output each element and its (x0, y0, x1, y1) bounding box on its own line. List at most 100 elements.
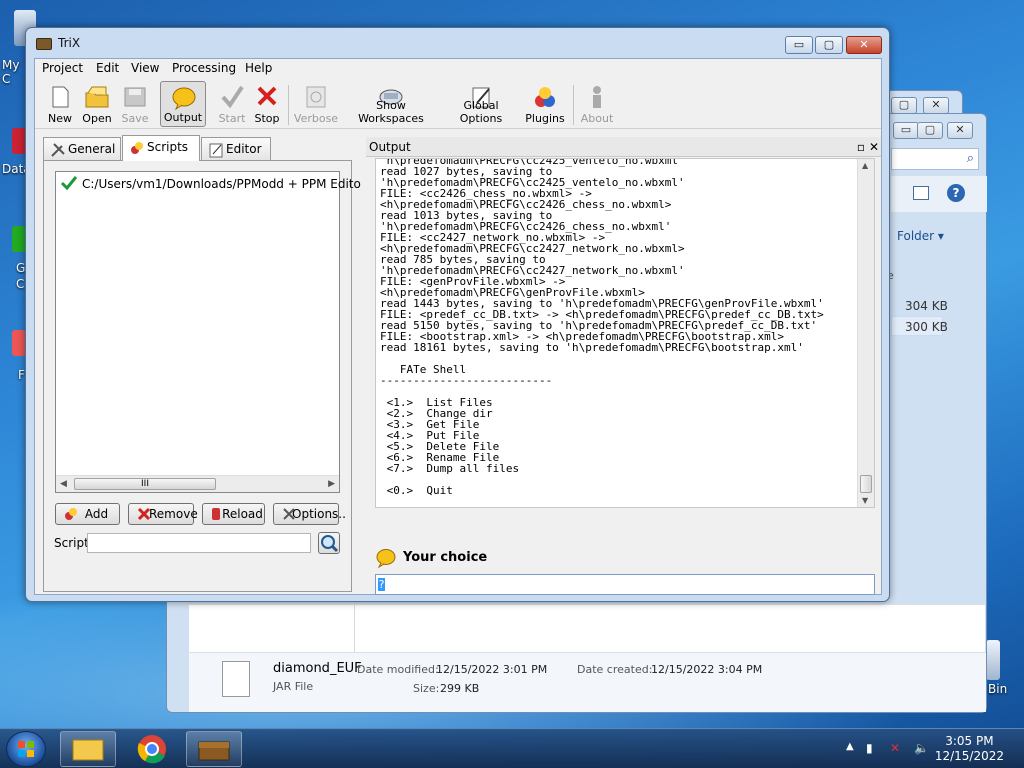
close-button[interactable]: ✕ (923, 97, 949, 114)
script-input[interactable] (87, 533, 311, 553)
minimize-button[interactable]: ▭ (893, 122, 919, 139)
stop-button[interactable]: Stop (251, 81, 283, 127)
maximize-button[interactable]: ▢ (917, 122, 943, 139)
open-label: Open (82, 112, 112, 125)
console-text: 'h\predefomadm\PRECFG\cc2425_ventelo_no.… (380, 158, 824, 497)
selected-file-type: JAR File (273, 680, 314, 693)
script-list-item[interactable]: C:/Users/vm1/Downloads/PPModd + PPM Edit… (60, 176, 361, 191)
taskbar-explorer[interactable] (60, 731, 116, 767)
preview-pane-icon[interactable] (913, 186, 929, 200)
save-icon (124, 87, 146, 107)
taskbar: ▲ ▮ ✕ 🔈 3:05 PM 12/15/2022 (0, 728, 1024, 768)
horizontal-scrollbar[interactable]: ◀ III ▶ (56, 475, 339, 492)
open-button[interactable]: Open (79, 81, 115, 127)
menu-edit[interactable]: Edit (91, 61, 124, 75)
choice-input[interactable]: ? (375, 574, 875, 595)
output-console[interactable]: 'h\predefomadm\PRECFG\cc2425_ventelo_no.… (375, 158, 875, 508)
desktop-icon-label: Bin (988, 682, 1008, 696)
speech-bubble-icon (172, 87, 196, 110)
reload-button[interactable]: Reload (202, 503, 265, 525)
shortcut-icon (12, 226, 26, 252)
size-value: 299 KB (440, 682, 480, 695)
about-button[interactable]: About (577, 81, 617, 127)
clock-date: 12/15/2022 (934, 749, 1004, 763)
close-panel-icon[interactable]: ✕ (869, 137, 879, 157)
scroll-right-icon[interactable]: ▶ (328, 479, 335, 489)
add-button[interactable]: Add (55, 503, 120, 525)
menu-project[interactable]: Project (37, 61, 88, 75)
desktop-icon-recycle-bin[interactable]: Bin (986, 640, 1024, 696)
choice-input-value: ? (378, 578, 385, 591)
window-title: TriX (58, 36, 81, 50)
scroll-left-icon[interactable]: ◀ (60, 479, 67, 489)
plugins-button[interactable]: Plugins (523, 81, 567, 127)
about-info-icon (593, 86, 601, 108)
choice-label: Your choice (403, 550, 488, 565)
script-path: C:/Users/vm1/Downloads/PPModd + PPM Edit… (82, 177, 361, 191)
tab-general[interactable]: General (43, 137, 121, 161)
menu-view[interactable]: View (126, 61, 164, 75)
script-list[interactable]: C:/Users/vm1/Downloads/PPModd + PPM Edit… (55, 171, 361, 493)
minimize-button[interactable]: ▭ (785, 36, 813, 54)
tab-general-label: General (68, 142, 116, 156)
shortcut-icon (12, 330, 26, 356)
desktop-icon-f[interactable]: F (0, 330, 26, 382)
close-button[interactable]: ✕ (846, 36, 882, 54)
help-icon[interactable]: ? (947, 184, 965, 202)
explorer-details-pane: diamond_EUF JAR File Date modified: 12/1… (189, 652, 986, 712)
scroll-down-icon[interactable]: ▼ (862, 496, 868, 505)
save-button[interactable]: Save (117, 81, 153, 127)
options-tools-icon (283, 508, 295, 520)
tab-editor[interactable]: Editor (201, 137, 271, 161)
scrollbar-thumb[interactable] (860, 475, 872, 493)
verbose-label: Verbose (293, 112, 339, 125)
volume-icon[interactable]: 🔈 (914, 741, 929, 755)
toolbar-separator (288, 85, 289, 125)
trix-app-icon (36, 38, 52, 50)
script-search-button[interactable] (318, 532, 340, 554)
menu-help[interactable]: Help (240, 61, 277, 75)
start-button[interactable]: Start (215, 81, 249, 127)
selected-file-name: diamond_EUF (273, 661, 362, 676)
arrange-by-dropdown[interactable]: Folder ▾ (897, 229, 944, 243)
desktop-icon-data[interactable]: Data (0, 128, 31, 176)
check-icon (60, 176, 78, 191)
global-options-button[interactable]: Global Options (441, 81, 521, 127)
new-button[interactable]: New (43, 81, 77, 127)
explorer-search-box[interactable]: ⌕ (891, 148, 979, 170)
show-workspaces-button[interactable]: Show Workspaces (345, 81, 437, 127)
explorer-file-list[interactable] (189, 604, 985, 653)
close-button[interactable]: ✕ (947, 122, 973, 139)
remove-button[interactable]: Remove (128, 503, 198, 525)
tab-scripts[interactable]: Scripts (122, 135, 200, 161)
about-label: About (580, 112, 614, 125)
desktop-icon-computer[interactable]: My C (0, 10, 36, 86)
maximize-button[interactable]: ▢ (891, 97, 917, 114)
action-center-icon[interactable]: ▮ (866, 741, 873, 755)
file-size: 300 KB (905, 320, 948, 334)
trix-window[interactable]: TriX ▭ ▢ ✕ Project Edit View Processing … (25, 27, 890, 602)
output-button[interactable]: Output (160, 81, 206, 127)
show-hidden-icons[interactable]: ▲ (846, 741, 854, 752)
float-panel-icon[interactable]: ▫ (857, 137, 865, 157)
scroll-up-icon[interactable]: ▲ (862, 161, 868, 170)
script-label: Script (54, 536, 89, 550)
desktop-icon-g[interactable]: G C (0, 226, 26, 291)
speech-bubble-icon (376, 549, 396, 568)
taskbar-trix[interactable] (186, 731, 242, 767)
title-bar[interactable]: TriX ▭ ▢ ✕ (26, 28, 889, 58)
stop-x-icon (257, 86, 277, 106)
reload-icon (212, 508, 220, 520)
start-label: Start (218, 112, 246, 125)
network-icon[interactable]: ✕ (890, 741, 900, 755)
scrollbar-thumb[interactable]: III (74, 478, 216, 490)
vertical-scrollbar[interactable]: ▲ ▼ (857, 159, 874, 507)
maximize-button[interactable]: ▢ (815, 36, 843, 54)
taskbar-clock[interactable]: 3:05 PM 12/15/2022 (935, 734, 1004, 764)
verbose-button[interactable]: Verbose (293, 81, 339, 127)
taskbar-chrome[interactable] (124, 731, 180, 767)
folder-icon (72, 739, 104, 761)
options-button[interactable]: Options.. (273, 503, 346, 525)
menu-processing[interactable]: Processing (167, 61, 241, 75)
start-button[interactable] (6, 731, 46, 767)
